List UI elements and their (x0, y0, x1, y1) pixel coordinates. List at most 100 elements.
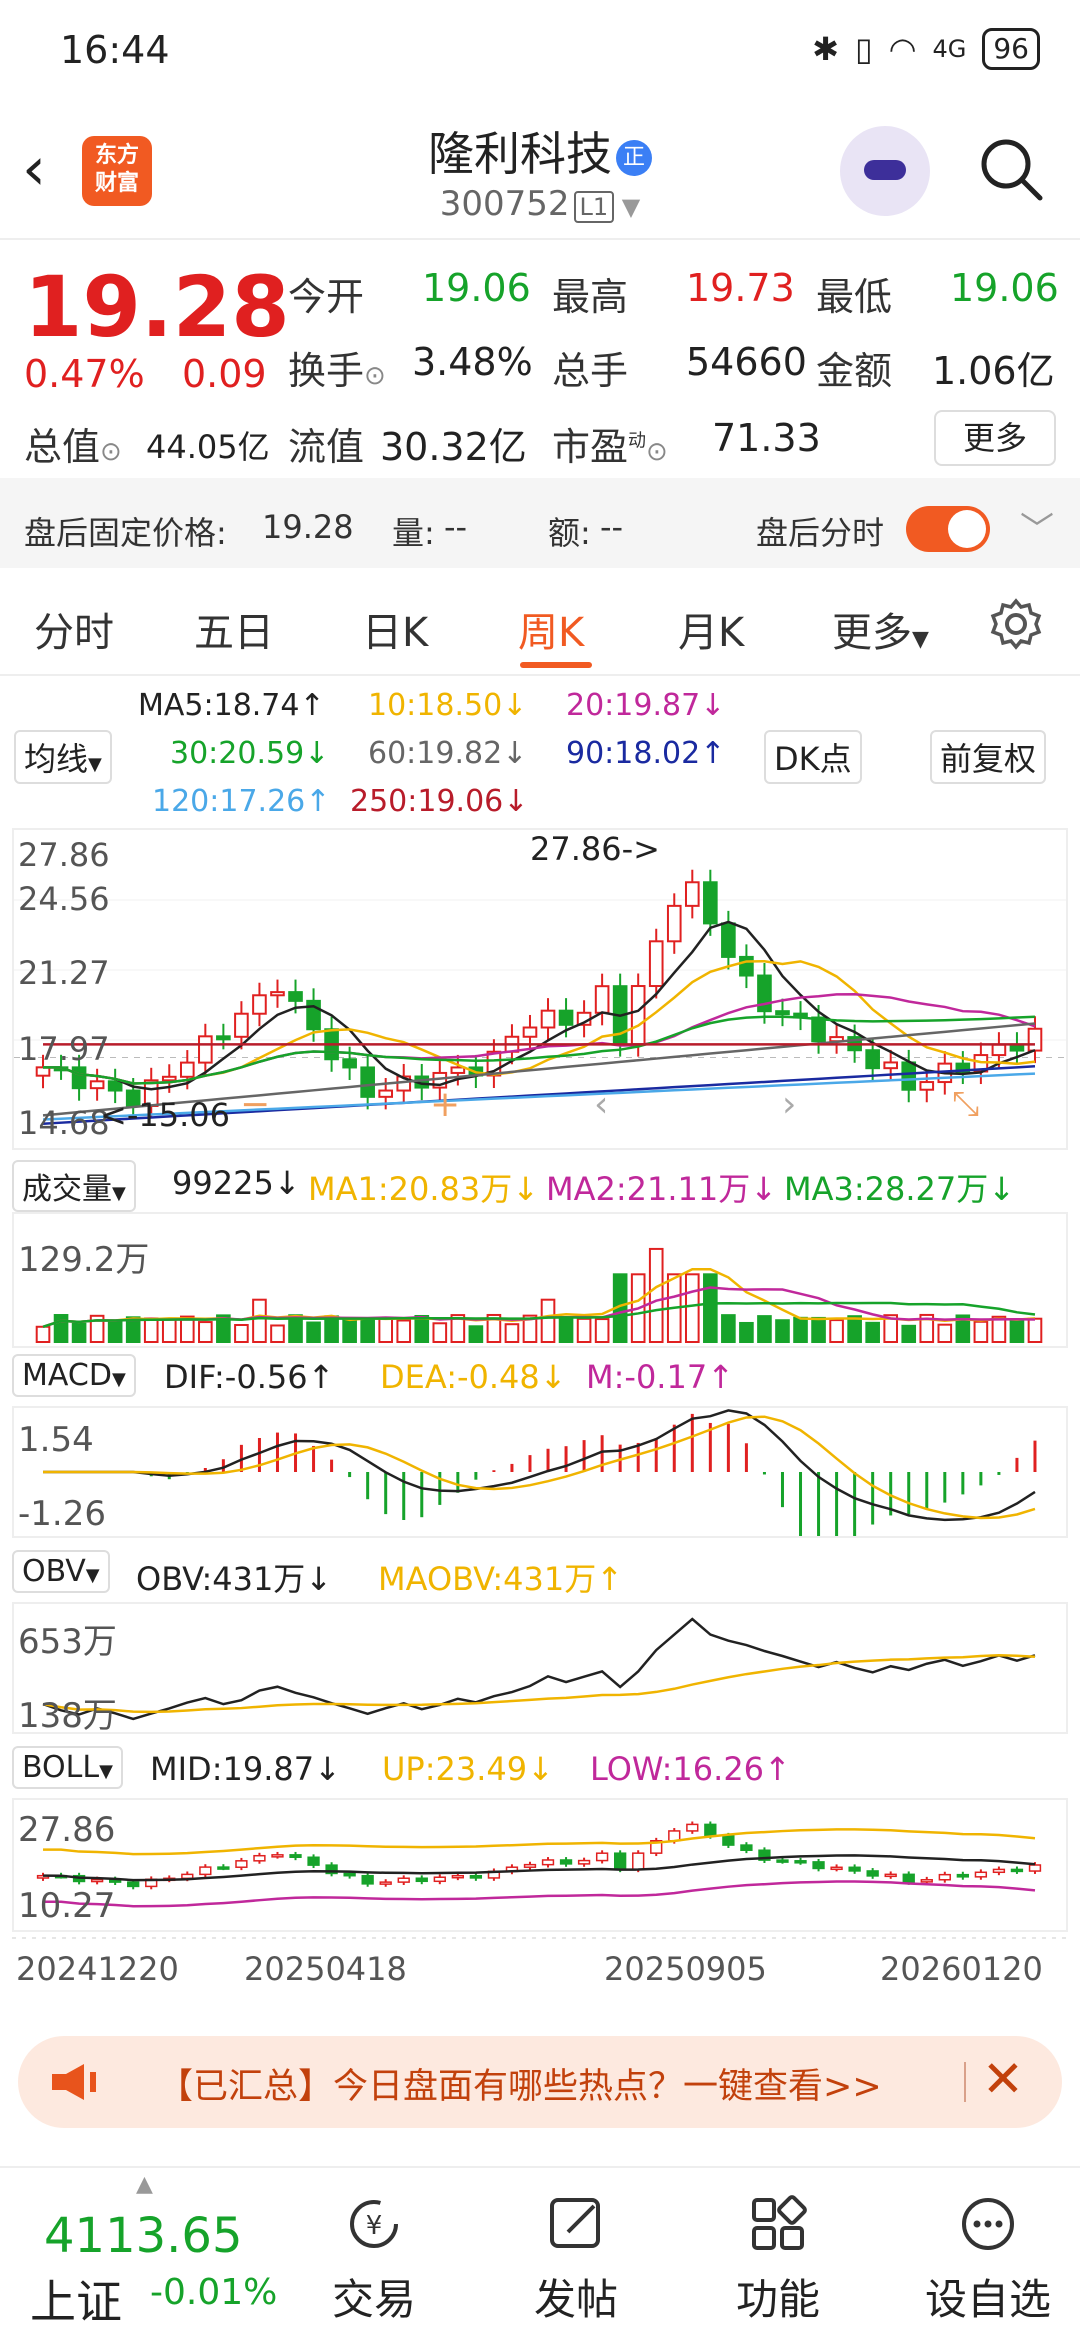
pe-label[interactable]: 市盈动⊙ (552, 416, 668, 471)
boll-candle (830, 1866, 843, 1871)
edit-icon (550, 2198, 600, 2248)
boll-candle (433, 1876, 446, 1883)
boll-candle (1010, 1868, 1024, 1873)
boll-candle (343, 1872, 356, 1877)
volume-canvas (35, 1247, 1043, 1344)
banner-text[interactable]: 【已汇总】今日盘面有哪些热点？一键查看>> (158, 2058, 882, 2109)
boll-axis-bottom: 10.27 (18, 1886, 116, 1926)
candlestick (107, 1080, 123, 1092)
gear-icon[interactable] (990, 598, 1042, 650)
float-value: 30.32亿 (380, 425, 527, 469)
kline-chart[interactable]: 27.86 24.56 21.27 17.97 14.68 27.86-> <-… (12, 828, 1068, 1150)
obv-selector[interactable]: OBV▼ (12, 1550, 110, 1593)
volume-bar (775, 1319, 790, 1344)
boll-candle (704, 1823, 717, 1837)
more-button[interactable]: 更多 (934, 410, 1056, 466)
zoom-in-icon[interactable]: + (430, 1084, 460, 1125)
volume-bar (342, 1318, 357, 1343)
volume-bar (324, 1315, 339, 1343)
after-hours-price: 19.28 (262, 508, 354, 546)
macd-chart[interactable]: 1.54 -1.26 (12, 1406, 1068, 1538)
status-icons: ✱ ▯ ◠ 4G 96 (812, 28, 1040, 70)
scroll-left-icon[interactable]: ‹ (594, 1084, 608, 1125)
volume-bar (396, 1319, 412, 1343)
after-hours-vol: -- (444, 508, 468, 546)
ma90-value: 90:18.02↑ (566, 736, 726, 771)
volume-chart[interactable]: 129.2万 (12, 1212, 1068, 1348)
ma-legend: MA5:18.74↑ 10:18.50↓ 20:19.87↓ 均线▼ 30:20… (0, 680, 1080, 820)
boll-candle (90, 1878, 104, 1883)
volume-legend: 成交量▼ 99225↓ MA1:20.83万↓ MA2:21.11万↓ MA3:… (12, 1158, 1068, 1212)
candlestick (288, 991, 303, 1002)
candlestick (198, 1035, 213, 1064)
tab-daily-k[interactable]: 日K (362, 600, 428, 658)
info-icon[interactable]: ⊙ (364, 361, 386, 391)
boll-candle (776, 1859, 789, 1863)
info-icon[interactable]: ⊙ (100, 437, 122, 467)
trade-nav-item[interactable]: ¥ 交易 (300, 2184, 448, 2334)
volume-bar (468, 1325, 484, 1343)
mktcap-label[interactable]: 总值⊙ (24, 416, 122, 471)
volume-bar (1009, 1318, 1025, 1343)
y-axis-label: 21.27 (18, 954, 110, 992)
expand-up-icon[interactable]: ▲ (136, 2172, 153, 2197)
dk-button[interactable]: DK点 (764, 730, 862, 784)
obv-chart[interactable]: 653万 138万 (12, 1602, 1068, 1736)
turnover-value: 3.48% (412, 340, 533, 384)
y-axis-label: 27.86 (18, 836, 110, 874)
trade-icon: ¥ (350, 2200, 398, 2248)
expand-icon[interactable]: ⤡ (952, 1084, 979, 1124)
after-hours-toggle[interactable] (906, 506, 990, 552)
after-hours-bar: 盘后固定价格: 19.28 量: -- 额: -- 盘后分时 ﹀ (0, 478, 1080, 568)
tab-five-day[interactable]: 五日 (194, 600, 274, 658)
volume-selector[interactable]: 成交量▼ (12, 1160, 136, 1212)
macd-selector[interactable]: MACD▼ (12, 1354, 136, 1397)
boll-candle (127, 1881, 140, 1888)
ma-selector[interactable]: 均线▼ (14, 730, 112, 784)
boll-low-line (43, 1880, 1036, 1908)
index-value[interactable]: 4113.65 (44, 2208, 243, 2264)
post-nav-item[interactable]: 发帖 (502, 2184, 650, 2334)
scroll-right-icon[interactable]: › (782, 1084, 796, 1125)
chevron-down-icon[interactable]: ﹀ (1020, 502, 1054, 551)
tab-weekly-k[interactable]: 周K (518, 600, 584, 658)
tab-monthly-k[interactable]: 月K (678, 600, 744, 658)
candlestick (684, 881, 700, 907)
assistant-robot-icon[interactable] (840, 126, 930, 216)
maobv-line (42, 1653, 1036, 1714)
index-name[interactable]: 上证 (30, 2266, 122, 2332)
quote-panel: 19.28 0.47% 0.09 今开 19.06 最高 19.73 最低 19… (0, 240, 1080, 470)
function-nav-item[interactable]: 功能 (704, 2184, 852, 2334)
boll-chart[interactable]: 27.86 10.27 (12, 1798, 1068, 1932)
min-price-note: <-15.06 (100, 1096, 230, 1134)
hot-topics-banner[interactable]: 【已汇总】今日盘面有哪些热点？一键查看>> ✕ (18, 2036, 1062, 2128)
y-axis-label: 14.68 (18, 1104, 110, 1142)
tab-intraday[interactable]: 分时 (34, 600, 114, 658)
max-price-note: 27.86-> (530, 830, 660, 868)
adjust-button[interactable]: 前复权 (930, 730, 1047, 784)
mktcap-value: 44.05亿 (146, 428, 270, 466)
turnover-label[interactable]: 换手⊙ (288, 340, 386, 395)
macd-m: M:-0.17↑ (586, 1358, 734, 1396)
macd-canvas (43, 1409, 1037, 1536)
volume-bar (432, 1322, 448, 1343)
volume-bar (53, 1314, 69, 1344)
function-label: 功能 (735, 2275, 820, 2324)
tab-more[interactable]: 更多▼ (832, 600, 929, 658)
boll-candle (541, 1859, 555, 1866)
boll-selector[interactable]: BOLL▼ (12, 1746, 123, 1789)
volume-bar (252, 1298, 267, 1343)
ma20-value: 20:19.87↓ (566, 688, 726, 723)
watchlist-nav-item[interactable]: 设自选 (904, 2184, 1072, 2334)
close-icon[interactable]: ✕ (982, 2050, 1024, 2108)
info-icon[interactable]: ⊙ (646, 437, 668, 467)
macd-legend: MACD▼ DIF:-0.56↑ DEA:-0.48↓ M:-0.17↑ (12, 1350, 1068, 1402)
zoom-out-icon[interactable]: − (240, 1084, 270, 1125)
candlestick (739, 955, 754, 977)
after-hours-amt: -- (600, 508, 624, 546)
boll-candle (451, 1874, 464, 1879)
search-icon[interactable] (976, 134, 1046, 204)
boll-candle (902, 1873, 915, 1883)
volume-bar (270, 1324, 285, 1344)
date-label: 20260120 (880, 1950, 1043, 1988)
